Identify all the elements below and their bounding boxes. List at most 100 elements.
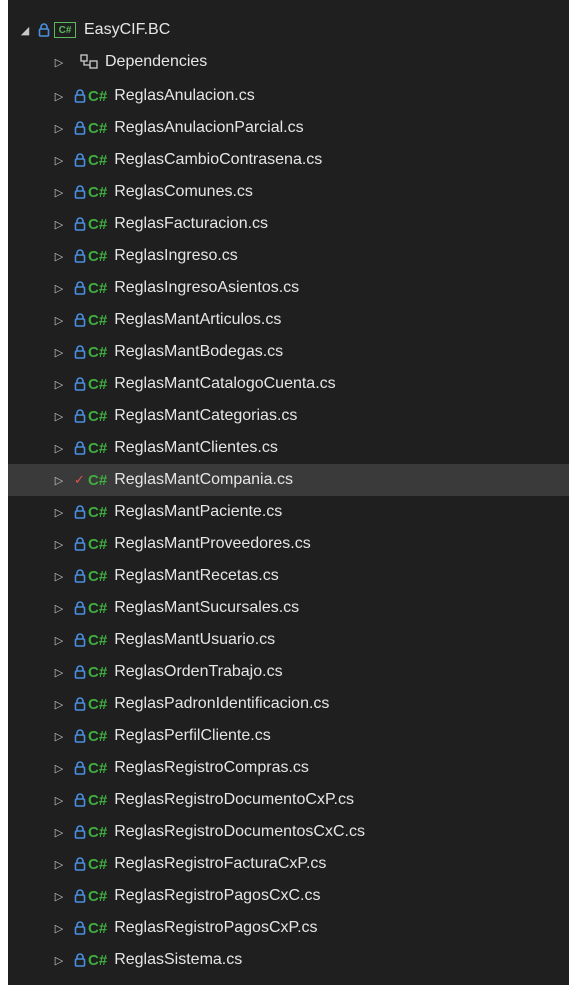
csharp-file-icon: C# [88, 311, 108, 329]
expand-arrow-icon[interactable]: ▷ [52, 249, 66, 263]
expand-arrow-icon[interactable]: ▷ [52, 441, 66, 455]
file-name: ReglasMantPaciente.cs [114, 503, 283, 520]
file-node[interactable]: ▷ C# ReglasRegistroPagosCxC.cs [8, 880, 569, 912]
expand-arrow-icon[interactable]: ▷ [52, 153, 66, 167]
file-node[interactable]: ▷ C# ReglasPerfilCliente.cs [8, 720, 569, 752]
csharp-file-icon: C# [88, 183, 108, 201]
lock-icon [74, 89, 86, 103]
collapse-arrow-icon[interactable]: ◢ [18, 23, 32, 37]
lock-icon [74, 825, 86, 839]
csharp-file-icon: C# [88, 823, 108, 841]
file-node[interactable]: ▷ C# ReglasIngresoAsientos.cs [8, 272, 569, 304]
project-node[interactable]: ◢ C# EasyCIF.BC [8, 14, 569, 46]
expand-arrow-icon[interactable]: ▷ [52, 505, 66, 519]
csharp-file-icon: C# [88, 791, 108, 809]
expand-arrow-icon[interactable]: ▷ [52, 377, 66, 391]
expand-arrow-icon[interactable]: ▷ [52, 665, 66, 679]
file-name: ReglasMantCatalogoCuenta.cs [114, 375, 336, 392]
csharp-file-icon: C# [88, 759, 108, 777]
expand-arrow-icon[interactable]: ▷ [52, 537, 66, 551]
file-node[interactable]: ▷ C# ReglasMantClientes.cs [8, 432, 569, 464]
file-node[interactable]: ▷ C# ReglasMantBodegas.cs [8, 336, 569, 368]
expand-arrow-icon[interactable]: ▷ [52, 825, 66, 839]
file-node[interactable]: ▷ C# ReglasRegistroCompras.cs [8, 752, 569, 784]
file-name: ReglasMantBodegas.cs [114, 343, 284, 360]
file-node[interactable]: ▷ C# ReglasOrdenTrabajo.cs [8, 656, 569, 688]
file-name: ReglasMantClientes.cs [114, 439, 278, 456]
csharp-file-icon: C# [88, 471, 108, 489]
file-name: ReglasPadronIdentificacion.cs [114, 695, 330, 712]
dependencies-node[interactable]: ▷ Dependencies [8, 46, 569, 78]
csharp-project-icon: C# [54, 22, 76, 38]
expand-arrow-icon[interactable]: ▷ [52, 601, 66, 615]
expand-arrow-icon[interactable]: ▷ [52, 793, 66, 807]
file-node[interactable]: ▷ C# ReglasMantCatalogoCuenta.cs [8, 368, 569, 400]
file-node[interactable]: ▷ C# ReglasRegistroDocumentosCxC.cs [8, 816, 569, 848]
expand-arrow-icon[interactable]: ▷ [52, 697, 66, 711]
file-node[interactable]: ▷ C# ReglasComunes.cs [8, 176, 569, 208]
csharp-file-icon: C# [88, 439, 108, 457]
file-node[interactable]: ▷ C# ReglasFacturacion.cs [8, 208, 569, 240]
csharp-file-icon: C# [88, 503, 108, 521]
file-node[interactable]: ▷ C# ReglasMantSucursales.cs [8, 592, 569, 624]
file-name: ReglasAnulacion.cs [114, 87, 255, 104]
file-node[interactable]: ▷ C# ReglasMantPaciente.cs [8, 496, 569, 528]
csharp-file-icon: C# [88, 567, 108, 585]
file-node[interactable]: ▷ C# ReglasAnulacion.cs [8, 80, 569, 112]
expand-arrow-icon[interactable]: ▷ [52, 889, 66, 903]
expand-arrow-icon[interactable]: ▷ [52, 857, 66, 871]
file-node[interactable]: ▷ C# ReglasMantCategorias.cs [8, 400, 569, 432]
expand-arrow-icon[interactable]: ▷ [52, 89, 66, 103]
file-node[interactable]: ▷ C# ReglasMantProveedores.cs [8, 528, 569, 560]
expand-arrow-icon[interactable]: ▷ [52, 55, 66, 69]
expand-arrow-icon[interactable]: ▷ [52, 473, 66, 487]
expand-arrow-icon[interactable]: ▷ [52, 953, 66, 967]
checkmark-icon: ✓ [74, 472, 85, 487]
file-node[interactable]: ▷ C# ReglasMantArticulos.cs [8, 304, 569, 336]
file-node[interactable]: ▷ C# ReglasMantUsuario.cs [8, 624, 569, 656]
lock-icon [74, 761, 86, 775]
file-name: ReglasIngreso.cs [114, 247, 238, 264]
expand-arrow-icon[interactable]: ▷ [52, 409, 66, 423]
expand-arrow-icon[interactable]: ▷ [52, 761, 66, 775]
csharp-file-icon: C# [88, 631, 108, 649]
lock-icon [74, 281, 86, 295]
file-node[interactable]: ▷ C# ReglasRegistroDocumentoCxP.cs [8, 784, 569, 816]
expand-arrow-icon[interactable]: ▷ [52, 345, 66, 359]
file-node[interactable]: ▷ C# ReglasSistema.cs [8, 944, 569, 976]
file-node[interactable]: ▷ C# ReglasRegistroPagosCxP.cs [8, 912, 569, 944]
expand-arrow-icon[interactable]: ▷ [52, 921, 66, 935]
csharp-file-icon: C# [88, 247, 108, 265]
expand-arrow-icon[interactable]: ▷ [52, 217, 66, 231]
lock-icon [74, 921, 86, 935]
csharp-file-icon: C# [88, 151, 108, 169]
file-name: ReglasRegistroDocumentoCxP.cs [114, 791, 354, 808]
file-name: ReglasPerfilCliente.cs [114, 727, 271, 744]
expand-arrow-icon[interactable]: ▷ [52, 281, 66, 295]
file-name: ReglasRegistroPagosCxP.cs [114, 919, 318, 936]
csharp-file-icon: C# [88, 951, 108, 969]
file-node[interactable]: ▷ C# ReglasPadronIdentificacion.cs [8, 688, 569, 720]
lock-icon [74, 601, 86, 615]
expand-arrow-icon[interactable]: ▷ [52, 569, 66, 583]
csharp-file-icon: C# [88, 87, 108, 105]
file-node[interactable]: ▷ C# ReglasMantRecetas.cs [8, 560, 569, 592]
expand-arrow-icon[interactable]: ▷ [52, 729, 66, 743]
lock-icon [74, 697, 86, 711]
solution-explorer-tree: ◢ C# EasyCIF.BC ▷ Dependencies ▷ C# Reglas… [8, 0, 569, 985]
file-name: ReglasMantRecetas.cs [114, 567, 279, 584]
file-name: ReglasRegistroPagosCxC.cs [114, 887, 321, 904]
expand-arrow-icon[interactable]: ▷ [52, 121, 66, 135]
file-node[interactable]: ▷ C# ReglasRegistroFacturaCxP.cs [8, 848, 569, 880]
file-node[interactable]: ▷ C# ReglasAnulacionParcial.cs [8, 112, 569, 144]
expand-arrow-icon[interactable]: ▷ [52, 185, 66, 199]
file-name: ReglasOrdenTrabajo.cs [114, 663, 283, 680]
file-node[interactable]: ▷ C# ReglasCambioContrasena.cs [8, 144, 569, 176]
expand-arrow-icon[interactable]: ▷ [52, 313, 66, 327]
lock-icon [74, 313, 86, 327]
csharp-file-icon: C# [88, 119, 108, 137]
file-node[interactable]: ▷ ✓ C# ReglasMantCompania.cs [8, 464, 569, 496]
expand-arrow-icon[interactable]: ▷ [52, 633, 66, 647]
file-node[interactable]: ▷ C# ReglasIngreso.cs [8, 240, 569, 272]
csharp-file-icon: C# [88, 727, 108, 745]
